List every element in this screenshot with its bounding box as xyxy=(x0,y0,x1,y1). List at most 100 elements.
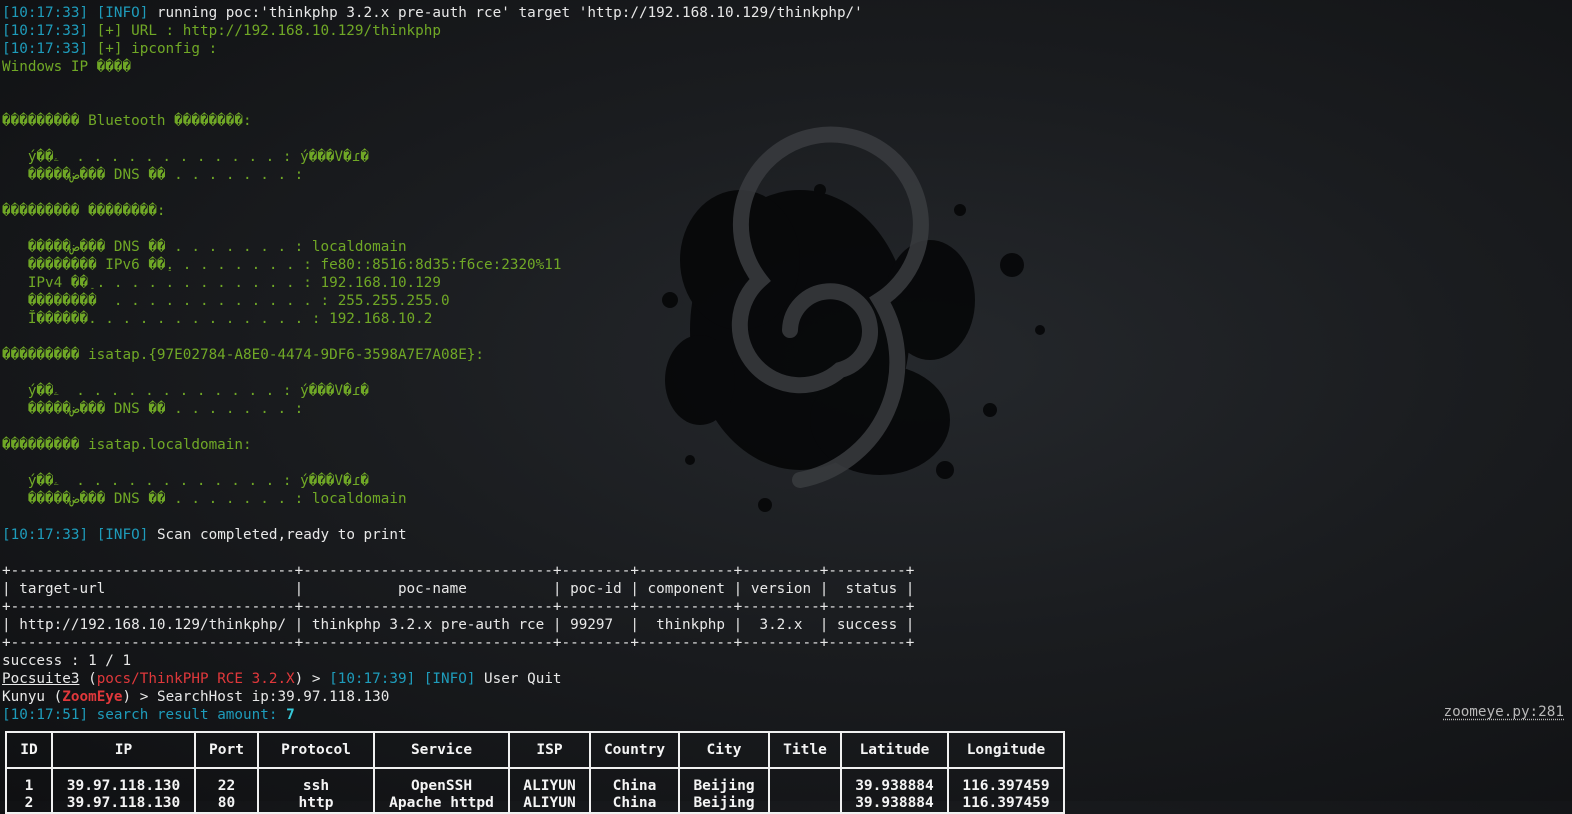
blank-line xyxy=(2,544,1572,562)
pocsuite-prompt: Pocsuite3 (pocs/ThinkPHP RCE 3.2.X) > [1… xyxy=(2,670,1572,688)
ipconfig-line: ��������� ��������: xyxy=(2,202,1572,220)
ipconfig-line: �����ض��� DNS ��׺ . . . . . . . : xyxy=(2,166,1572,184)
table-cell: China xyxy=(591,795,680,812)
table-cell: ALIYUN xyxy=(510,795,591,812)
table-row: 1 39.97.118.130 22 ssh OpenSSH ALIYUN China B… xyxy=(7,769,1063,795)
ascii-table-line: | target-url | poc-name | poc-id | compo… xyxy=(2,580,1572,598)
pocsuite-label: Pocsuite3 xyxy=(2,671,79,687)
search-amount: 7 xyxy=(286,707,295,723)
ipconfig-line: ��������� isatap.{97E02784-A8E0-4474-9DF… xyxy=(2,346,1572,364)
ascii-table-line: +---------------------------------+-----… xyxy=(2,634,1572,652)
ipconfig-line xyxy=(2,184,1572,202)
log-text: [10:17:33] xyxy=(2,23,88,39)
zoomeye-source-ref[interactable]: zoomeye.py:281 xyxy=(1443,704,1564,720)
col-ip: IP xyxy=(53,733,196,769)
log-line-running: [10:17:33] [INFO] running poc:'thinkphp … xyxy=(2,4,1572,22)
log-text: [10:17:33] xyxy=(2,41,88,57)
table-cell: 22 xyxy=(196,769,259,795)
ipconfig-line: Windows IP ���� xyxy=(2,58,1572,76)
col-title: Title xyxy=(770,733,842,769)
table-cell: ALIYUN xyxy=(510,769,591,795)
poc-results-ascii-table: +---------------------------------+-----… xyxy=(2,562,1572,652)
table-cell: 2 xyxy=(7,795,53,812)
ipconfig-output: Windows IP ���� ��������� Bluetooth �����… xyxy=(2,58,1572,526)
ipconfig-line: �������� . . . . . . . . . . . . : 255.2… xyxy=(2,292,1572,310)
ipconfig-line: �����ض��� DNS ��׺ . . . . . . . : locald… xyxy=(2,238,1572,256)
table-cell: 80 xyxy=(196,795,259,812)
log-line-scan-completed: [10:17:33] [INFO] Scan completed,ready t… xyxy=(2,526,1572,544)
table-cell: http xyxy=(259,795,375,812)
ascii-table-line: +---------------------------------+-----… xyxy=(2,562,1572,580)
kunyu-prompt: Kunyu (ZoomEye) > SearchHost ip:39.97.11… xyxy=(2,688,1572,706)
table-cell: 39.938884 xyxy=(842,769,949,795)
ipconfig-line: �����ض��� DNS ��׺ . . . . . . . : locald… xyxy=(2,490,1572,508)
results-header-row: ID IP Port Protocol Service ISP Country … xyxy=(7,733,1063,769)
col-port: Port xyxy=(196,733,259,769)
ipconfig-line xyxy=(2,130,1572,148)
col-service: Service xyxy=(375,733,510,769)
ascii-table-line: +---------------------------------+-----… xyxy=(2,598,1572,616)
ipconfig-line xyxy=(2,76,1572,94)
col-id: ID xyxy=(7,733,53,769)
table-cell: Beijing xyxy=(680,795,770,812)
table-cell: 1 xyxy=(7,769,53,795)
table-row: 2 39.97.118.130 80 http Apache httpd ALIYUN … xyxy=(7,795,1063,812)
table-cell: OpenSSH xyxy=(375,769,510,795)
log-text: User Quit xyxy=(475,671,561,687)
table-cell: 39.97.118.130 xyxy=(53,769,196,795)
log-line-ipconfig: [10:17:33] [+] ipconfig : xyxy=(2,40,1572,58)
table-cell: 39.938884 xyxy=(842,795,949,812)
col-latitude: Latitude xyxy=(842,733,949,769)
ipconfig-line: ��������� Bluetooth ��������: xyxy=(2,112,1572,130)
success-count: success : 1 / 1 xyxy=(2,652,1572,670)
table-cell xyxy=(770,769,842,795)
log-text: [10:17:51] xyxy=(2,707,88,723)
ipconfig-line xyxy=(2,508,1572,526)
log-text: [INFO] xyxy=(97,527,149,543)
zoomeye-label: ZoomEye xyxy=(62,689,122,705)
log-text: [+] URL : http://192.168.10.129/thinkphp xyxy=(88,23,441,39)
ipconfig-line: IPv4 ��ַ . . . . . . . . . . . . : 192.1… xyxy=(2,274,1572,292)
ipconfig-line: ��������� isatap.localdomain: xyxy=(2,436,1572,454)
ipconfig-line: ý��ۦ . . . . . . . . . . . . : ý���V�ɾ� xyxy=(2,148,1572,166)
log-text: Kunyu ( xyxy=(2,689,62,705)
log-text: search result amount: xyxy=(88,707,286,723)
ipconfig-line: ý��ۦ . . . . . . . . . . . . : ý���V�ɾ� xyxy=(2,382,1572,400)
log-text: [10:17:33] xyxy=(2,527,88,543)
ipconfig-line xyxy=(2,220,1572,238)
log-text: [+] ipconfig : xyxy=(88,41,217,57)
ipconfig-line xyxy=(2,418,1572,436)
table-cell: 116.397459 xyxy=(949,795,1063,812)
table-cell: China xyxy=(591,769,680,795)
log-text: [10:17:33] xyxy=(2,5,88,21)
ipconfig-line: �������� IPv6 ��ַ. . . . . . . . : fe80:… xyxy=(2,256,1572,274)
table-cell: Beijing xyxy=(680,769,770,795)
log-line-url: [10:17:33] [+] URL : http://192.168.10.1… xyxy=(2,22,1572,40)
col-protocol: Protocol xyxy=(259,733,375,769)
table-cell: 39.97.118.130 xyxy=(53,795,196,812)
search-results-table: ID IP Port Protocol Service ISP Country … xyxy=(5,731,1065,814)
ipconfig-line: Ĭ������. . . . . . . . . . . . . : 192.1… xyxy=(2,310,1572,328)
col-isp: ISP xyxy=(510,733,591,769)
ipconfig-line xyxy=(2,454,1572,472)
log-text: Scan completed,ready to print xyxy=(148,527,406,543)
ascii-table-line: | http://192.168.10.129/thinkphp/ | thin… xyxy=(2,616,1572,634)
poc-path: pocs/ThinkPHP RCE 3.2.X xyxy=(97,671,295,687)
log-text: [10:17:39] xyxy=(329,671,415,687)
ipconfig-line: ý��ۦ . . . . . . . . . . . . : ý���V�ɾ� xyxy=(2,472,1572,490)
log-text: [INFO] xyxy=(424,671,476,687)
col-longitude: Longitude xyxy=(949,733,1063,769)
table-cell: 116.397459 xyxy=(949,769,1063,795)
log-text: ) > SearchHost ip:39.97.118.130 xyxy=(123,689,390,705)
col-city: City xyxy=(680,733,770,769)
log-text: running poc:'thinkphp 3.2.x pre-auth rce… xyxy=(148,5,862,21)
ipconfig-line: �����ض��� DNS ��׺ . . . . . . . : xyxy=(2,400,1572,418)
table-cell: Apache httpd xyxy=(375,795,510,812)
terminal-output: [10:17:33] [INFO] running poc:'thinkphp … xyxy=(2,4,1572,724)
ipconfig-line xyxy=(2,328,1572,346)
search-result-line: [10:17:51] search result amount: 7 xyxy=(2,706,1572,724)
ipconfig-line xyxy=(2,364,1572,382)
log-text: [INFO] xyxy=(97,5,149,21)
table-cell xyxy=(770,795,842,812)
table-cell: ssh xyxy=(259,769,375,795)
